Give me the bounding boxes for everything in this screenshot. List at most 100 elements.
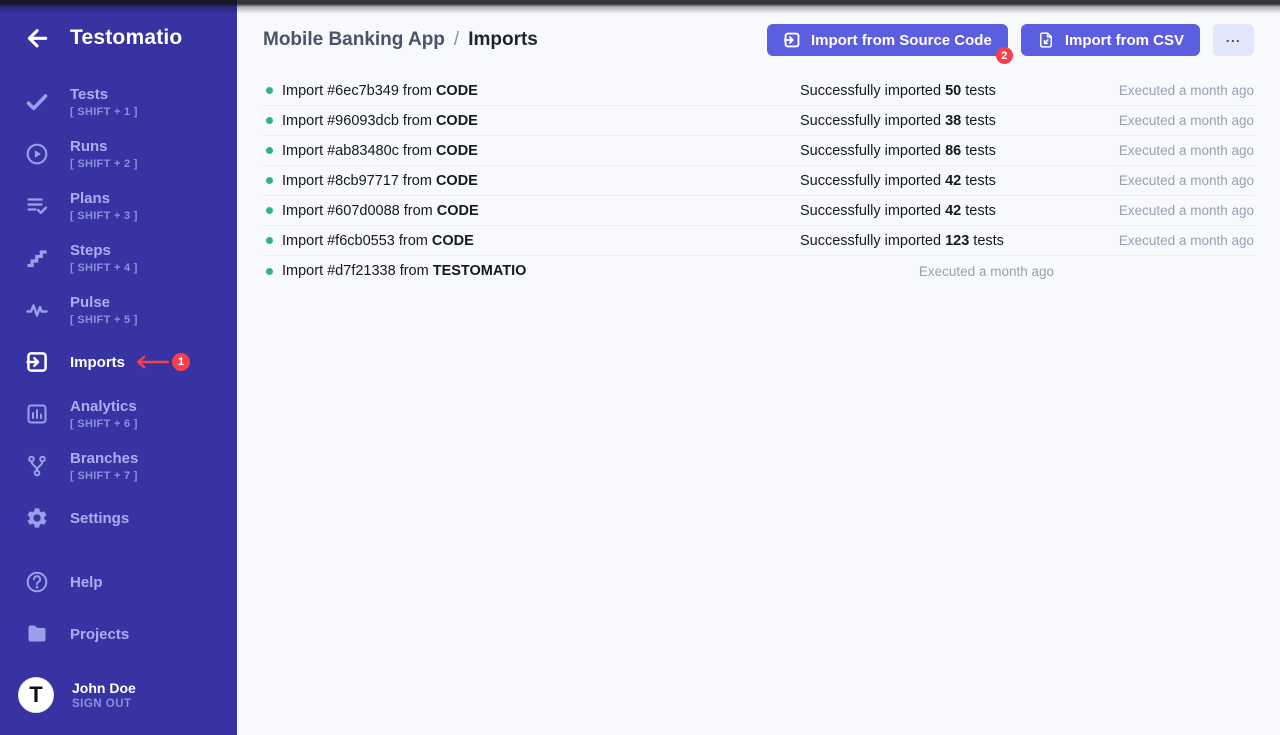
import-row[interactable]: Import #d7f21338 from TESTOMATIO Execute… [263,256,1254,286]
main-content: Mobile Banking App / Imports Import from… [237,0,1280,735]
import-title: Import #d7f21338 from TESTOMATIO [263,263,800,279]
sidebar-item-pulse[interactable]: Pulse [ SHIFT + 5 ] [0,284,237,336]
sidebar: Testomatio Tests [ SHIFT + 1 ] Runs [ SH… [0,0,237,735]
sidebar-item-runs[interactable]: Runs [ SHIFT + 2 ] [0,128,237,180]
import-source: CODE [437,203,479,219]
import-title: Import #ab83480c from CODE [263,143,800,159]
play-circle-icon [24,142,50,166]
sidebar-footer-nav: Help Projects [0,556,237,660]
import-status: Successfully imported 42 tests [800,203,1054,219]
sidebar-item-projects[interactable]: Projects [0,608,237,660]
sidebar-item-tests[interactable]: Tests [ SHIFT + 1 ] [0,76,237,128]
import-executed-time: Executed a month ago [1054,143,1254,158]
sidebar-item-shortcut: [ SHIFT + 2 ] [70,157,138,172]
main-header: Mobile Banking App / Imports Import from… [263,0,1254,56]
import-title: Import #f6cb0553 from CODE [263,233,800,249]
sidebar-item-steps[interactable]: Steps [ SHIFT + 4 ] [0,232,237,284]
annotation-marker: 1 [135,353,190,371]
import-source: CODE [436,143,478,159]
import-status: Successfully imported 38 tests [800,113,1054,129]
sidebar-item-label: Tests [70,85,138,104]
sidebar-item-shortcut: [ SHIFT + 3 ] [70,209,138,224]
import-icon [783,31,801,49]
sidebar-item-label: Pulse [70,293,138,312]
import-executed-time: Executed a month ago [1054,113,1254,128]
sidebar-item-shortcut: [ SHIFT + 4 ] [70,261,138,276]
app-title: Testomatio [70,26,182,50]
breadcrumb-project[interactable]: Mobile Banking App [263,29,445,51]
sidebar-nav: Tests [ SHIFT + 1 ] Runs [ SHIFT + 2 ] P… [0,76,237,544]
gear-icon [24,506,50,530]
import-executed-time: Executed a month ago [1054,233,1254,248]
sidebar-item-branches[interactable]: Branches [ SHIFT + 7 ] [0,440,237,492]
sidebar-item-shortcut: [ SHIFT + 6 ] [70,417,138,432]
sidebar-item-shortcut: [ SHIFT + 7 ] [70,469,138,484]
import-row[interactable]: Import #96093dcb from CODE Successfully … [263,106,1254,136]
sidebar-item-label: Analytics [70,397,138,416]
status-dot-icon [266,237,273,244]
git-branch-icon [24,454,50,478]
more-actions-button[interactable]: ... [1213,24,1254,56]
breadcrumb-separator: / [454,29,459,51]
user-avatar: T [18,677,54,713]
import-title: Import #96093dcb from CODE [263,113,800,129]
import-row[interactable]: Import #ab83480c from CODE Successfully … [263,136,1254,166]
status-dot-icon [266,268,273,275]
breadcrumb: Mobile Banking App / Imports [263,29,538,51]
sidebar-item-shortcut: [ SHIFT + 1 ] [70,105,138,120]
sidebar-item-label: Branches [70,449,138,468]
import-source: CODE [432,233,474,249]
sign-out-link[interactable]: SIGN OUT [72,697,136,712]
sidebar-item-help[interactable]: Help [0,556,237,608]
user-name: John Doe [72,679,136,697]
sidebar-item-label: Settings [70,509,129,528]
source-code-badge: 2 [996,47,1013,64]
sidebar-item-label: Runs [70,137,138,156]
header-actions: Import from Source Code 2 Import from CS… [767,24,1254,56]
annotation-badge: 1 [172,353,190,371]
list-check-icon [24,194,50,218]
import-from-csv-button[interactable]: Import from CSV [1021,24,1200,56]
sidebar-item-label: Help [70,573,103,592]
import-source: CODE [436,113,478,129]
import-title: Import #8cb97717 from CODE [263,173,800,189]
user-block[interactable]: T John Doe SIGN OUT [0,669,237,721]
import-status: Successfully imported 86 tests [800,143,1054,159]
status-dot-icon [266,177,273,184]
status-dot-icon [266,117,273,124]
import-executed-time: Executed a month ago [800,264,1054,279]
import-icon [24,350,50,374]
pulse-icon [24,298,50,322]
check-icon [24,90,50,114]
sidebar-item-label: Plans [70,189,138,208]
import-executed-time: Executed a month ago [1054,203,1254,218]
import-row[interactable]: Import #8cb97717 from CODE Successfully … [263,166,1254,196]
back-arrow-icon[interactable] [24,25,50,51]
sidebar-item-analytics[interactable]: Analytics [ SHIFT + 6 ] [0,388,237,440]
import-row[interactable]: Import #607d0088 from CODE Successfully … [263,196,1254,226]
file-import-icon [1037,31,1055,49]
sidebar-item-shortcut: [ SHIFT + 5 ] [70,313,138,328]
import-from-source-code-button[interactable]: Import from Source Code 2 [767,24,1008,56]
import-status: Successfully imported 50 tests [800,83,1054,99]
red-left-arrow-icon [135,355,169,369]
sidebar-item-label: Imports [70,353,125,372]
bar-chart-icon [24,402,50,426]
import-status: Successfully imported 123 tests [800,233,1054,249]
import-list: Import #6ec7b349 from CODE Successfully … [263,76,1254,286]
import-title: Import #607d0088 from CODE [263,203,800,219]
import-title: Import #6ec7b349 from CODE [263,83,800,99]
import-executed-time: Executed a month ago [1054,83,1254,98]
help-circle-icon [24,570,50,594]
import-row[interactable]: Import #f6cb0553 from CODE Successfully … [263,226,1254,256]
sidebar-item-settings[interactable]: Settings [0,492,237,544]
sidebar-item-plans[interactable]: Plans [ SHIFT + 3 ] [0,180,237,232]
folder-icon [24,622,50,646]
sidebar-header: Testomatio [0,0,237,51]
import-source: TESTOMATIO [433,263,527,279]
sidebar-item-imports[interactable]: Imports 1 [0,336,237,388]
import-row[interactable]: Import #6ec7b349 from CODE Successfully … [263,76,1254,106]
sidebar-item-label: Projects [70,625,129,644]
import-status: Successfully imported 42 tests [800,173,1054,189]
status-dot-icon [266,207,273,214]
